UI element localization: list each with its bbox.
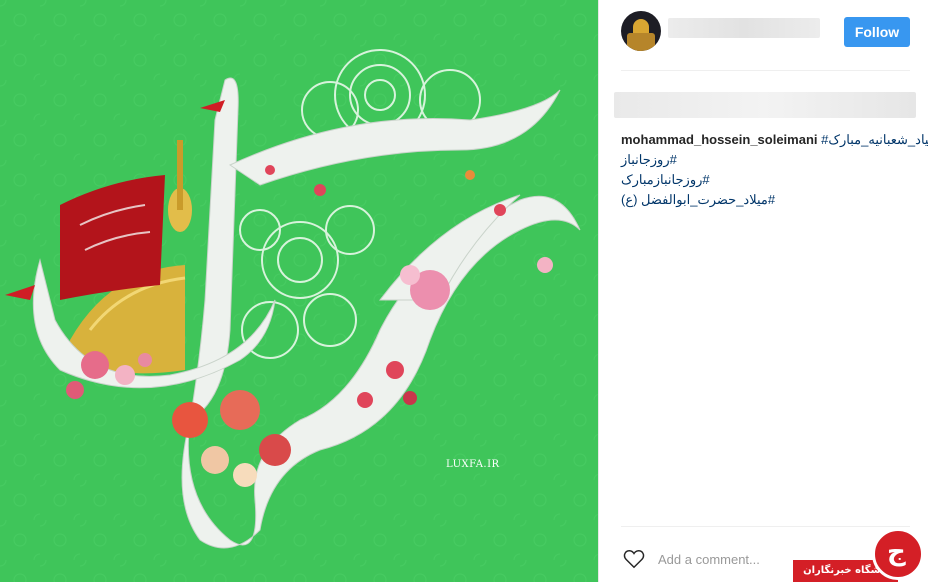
blurred-username[interactable] (668, 18, 820, 38)
follow-button[interactable]: Follow (844, 17, 910, 47)
footer-divider (621, 526, 910, 527)
caption-hashtag[interactable]: #روزجانباز (621, 150, 916, 170)
shrine-base-icon (627, 33, 655, 51)
post-sidebar: Follow mohammad_hossein_soleimani #اعیاد… (598, 0, 928, 582)
post-header: Follow (599, 0, 928, 70)
news-agency-logo: ج (872, 528, 924, 580)
calligraphy-artwork (0, 0, 598, 582)
caption-hashtag[interactable]: #روزجانبازمبارک (621, 170, 916, 190)
heart-outline-icon[interactable] (623, 548, 645, 570)
caption-hashtag[interactable]: #میلاد_حضرت_ابوالفضل (ع) (621, 190, 916, 210)
caption-hashtag[interactable]: #اعیاد_شعبانیه_مبارک (821, 132, 928, 147)
image-watermark: LUXFA.IR (446, 459, 500, 470)
add-comment-input[interactable]: Add a comment... (658, 552, 760, 567)
logo-glyph: ج (887, 537, 906, 567)
avatar[interactable] (621, 11, 661, 51)
header-divider (621, 70, 910, 71)
post-caption: mohammad_hossein_soleimani #اعیاد_شعبانی… (621, 130, 928, 210)
post-image[interactable]: LUXFA.IR (0, 0, 598, 582)
blurred-comment (614, 92, 916, 118)
caption-username[interactable]: mohammad_hossein_soleimani (621, 132, 818, 147)
